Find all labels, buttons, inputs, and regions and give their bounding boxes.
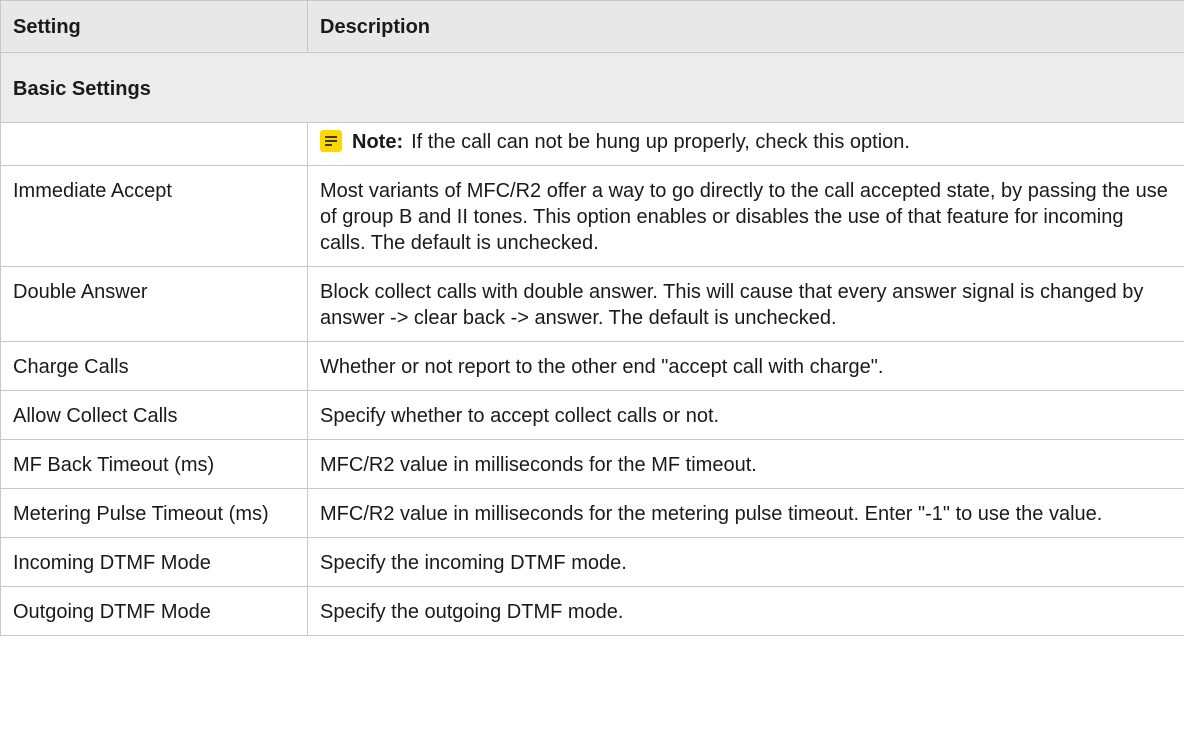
setting-cell: Incoming DTMF Mode — [0, 537, 308, 587]
table-row: MF Back Timeout (ms) MFC/R2 value in mil… — [0, 439, 1184, 489]
column-header-setting: Setting — [0, 0, 308, 53]
description-cell: Note: If the call can not be hung up prop… — [307, 122, 1184, 166]
table-row: Note: If the call can not be hung up prop… — [0, 122, 1184, 166]
column-header-description: Description — [307, 0, 1184, 53]
table-row: Double Answer Block collect calls with d… — [0, 266, 1184, 342]
table-row: Outgoing DTMF Mode Specify the outgoing … — [0, 586, 1184, 636]
table-header-row: Setting Description — [0, 0, 1184, 53]
table-row: Charge Calls Whether or not report to th… — [0, 341, 1184, 391]
description-cell: Block collect calls with double answer. … — [307, 266, 1184, 342]
table-row: Allow Collect Calls Specify whether to a… — [0, 390, 1184, 440]
setting-cell: Immediate Accept — [0, 165, 308, 267]
note-icon — [320, 130, 342, 152]
description-cell: Specify the incoming DTMF mode. — [307, 537, 1184, 587]
setting-cell: Metering Pulse Timeout (ms) — [0, 488, 308, 538]
settings-table: Setting Description Basic Settings Note:… — [0, 0, 1184, 636]
setting-cell: Double Answer — [0, 266, 308, 342]
description-cell: MFC/R2 value in milliseconds for the MF … — [307, 439, 1184, 489]
note-label: Note: — [352, 131, 404, 153]
setting-cell: Charge Calls — [0, 341, 308, 391]
setting-cell — [0, 122, 308, 166]
description-cell: Whether or not report to the other end "… — [307, 341, 1184, 391]
table-row: Metering Pulse Timeout (ms) MFC/R2 value… — [0, 488, 1184, 538]
note-text: If the call can not be hung up properly,… — [411, 131, 910, 153]
description-cell: MFC/R2 value in milliseconds for the met… — [307, 488, 1184, 538]
table-row: Incoming DTMF Mode Specify the incoming … — [0, 537, 1184, 587]
setting-cell: Allow Collect Calls — [0, 390, 308, 440]
setting-cell: Outgoing DTMF Mode — [0, 586, 308, 636]
description-cell: Specify whether to accept collect calls … — [307, 390, 1184, 440]
section-row: Basic Settings — [0, 52, 1184, 123]
section-title: Basic Settings — [0, 52, 1184, 123]
table-row: Immediate Accept Most variants of MFC/R2… — [0, 165, 1184, 267]
description-cell: Specify the outgoing DTMF mode. — [307, 586, 1184, 636]
setting-cell: MF Back Timeout (ms) — [0, 439, 308, 489]
description-cell: Most variants of MFC/R2 offer a way to g… — [307, 165, 1184, 267]
